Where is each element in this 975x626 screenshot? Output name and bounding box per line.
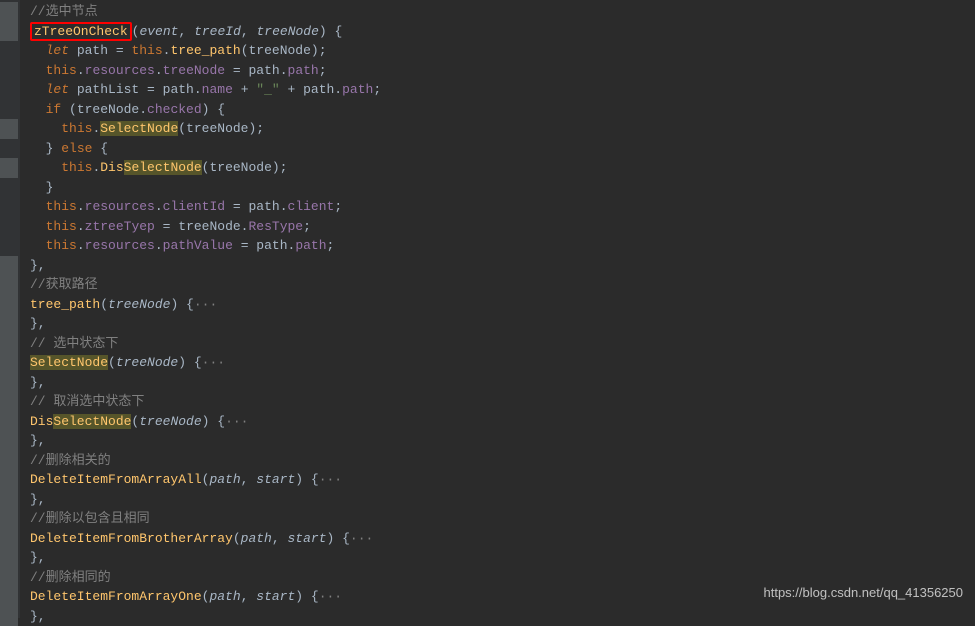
code-line: //删除以包含且相同	[22, 509, 975, 529]
code-line: DisSelectNode(treeNode) {···	[22, 412, 975, 432]
code-line: },	[22, 373, 975, 393]
code-line: let pathList = path.name + "_" + path.pa…	[22, 80, 975, 100]
code-editor[interactable]: //选中节点 zTreeOnCheck(event, treeId, treeN…	[0, 0, 975, 626]
code-line: this.ztreeTyep = treeNode.ResType;	[22, 217, 975, 237]
code-line: // 选中状态下	[22, 334, 975, 354]
code-line: },	[22, 490, 975, 510]
comment: //获取路径	[30, 277, 98, 292]
fold-icon[interactable]: ···	[225, 414, 248, 429]
code-line: let path = this.tree_path(treeNode);	[22, 41, 975, 61]
comment: //删除相关的	[30, 453, 111, 468]
code-line: },	[22, 431, 975, 451]
code-line: DeleteItemFromBrotherArray(path, start) …	[22, 529, 975, 549]
watermark: https://blog.csdn.net/qq_41356250	[764, 583, 964, 603]
code-line: } else {	[22, 139, 975, 159]
code-line: this.resources.clientId = path.client;	[22, 197, 975, 217]
code-line: //获取路径	[22, 275, 975, 295]
code-line: zTreeOnCheck(event, treeId, treeNode) {	[22, 22, 975, 42]
code-line: this.SelectNode(treeNode);	[22, 119, 975, 139]
code-line: if (treeNode.checked) {	[22, 100, 975, 120]
comment: //选中节点	[30, 4, 98, 19]
code-line: },	[22, 256, 975, 276]
fold-icon[interactable]: ···	[350, 531, 373, 546]
comment: // 取消选中状态下	[30, 394, 144, 409]
code-line: this.resources.treeNode = path.path;	[22, 61, 975, 81]
code-line: DeleteItemFromArrayAll(path, start) {···	[22, 470, 975, 490]
fold-icon[interactable]: ···	[319, 472, 342, 487]
fold-icon[interactable]: ···	[319, 589, 342, 604]
comment: // 选中状态下	[30, 336, 118, 351]
highlighted-function: zTreeOnCheck	[30, 22, 132, 41]
code-line: tree_path(treeNode) {···	[22, 295, 975, 315]
code-line: },	[22, 548, 975, 568]
code-line: // 取消选中状态下	[22, 392, 975, 412]
comment: //删除以包含且相同	[30, 511, 150, 526]
comment: //删除相同的	[30, 570, 111, 585]
code-line: //选中节点	[22, 2, 975, 22]
code-line: },	[22, 314, 975, 334]
code-line: },	[22, 607, 975, 626]
code-line: SelectNode(treeNode) {···	[22, 353, 975, 373]
code-line: //删除相关的	[22, 451, 975, 471]
code-line: this.resources.pathValue = path.path;	[22, 236, 975, 256]
code-line: this.DisSelectNode(treeNode);	[22, 158, 975, 178]
fold-icon[interactable]: ···	[202, 355, 225, 370]
fold-icon[interactable]: ···	[194, 297, 217, 312]
code-line: }	[22, 178, 975, 198]
